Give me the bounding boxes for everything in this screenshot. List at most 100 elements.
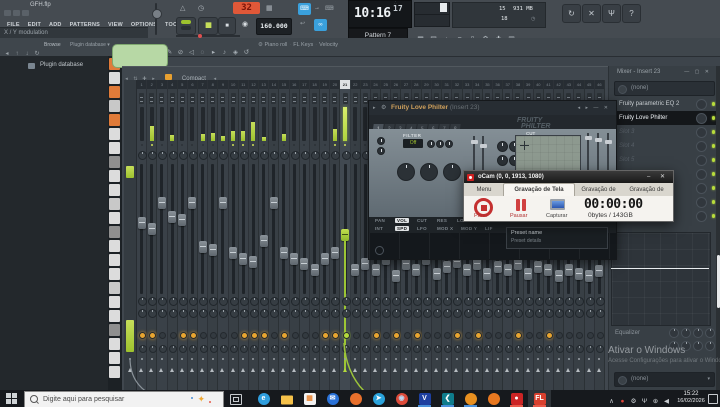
mixer-channel-tab[interactable]: 18 (310, 80, 319, 89)
piano-key[interactable] (109, 86, 120, 98)
mute-led[interactable] (292, 332, 299, 339)
fader-handle[interactable] (331, 247, 339, 259)
volume-fader[interactable] (252, 164, 255, 294)
piano-key[interactable] (109, 170, 120, 182)
knob-row-a[interactable] (301, 297, 310, 306)
fader-handle[interactable] (249, 256, 257, 268)
volume-fader[interactable] (160, 164, 163, 294)
knob-row-b[interactable] (270, 309, 279, 318)
mute-led[interactable] (597, 332, 604, 339)
volume-fader[interactable] (232, 164, 235, 294)
route-arrow[interactable] (220, 368, 224, 372)
mixer-channel-tab[interactable]: 19 (320, 80, 329, 89)
eq-mini-knob[interactable] (669, 341, 679, 351)
send-knob[interactable] (383, 345, 391, 353)
breadcrumb-item[interactable]: FL Keys (293, 42, 313, 48)
taskbar-app-firefox[interactable] (344, 390, 367, 407)
knob-row-a[interactable] (311, 297, 320, 306)
knob-row-a[interactable] (372, 297, 381, 306)
send-knob[interactable] (179, 345, 187, 353)
route-arrow[interactable] (271, 368, 275, 372)
typing-keyboard-icon[interactable]: ↻ (562, 4, 581, 23)
env-target-tab[interactable]: SPD (395, 226, 409, 231)
ocam-tab[interactable]: Menu (466, 184, 502, 195)
fader-handle[interactable] (311, 264, 319, 276)
mute-led[interactable] (495, 332, 502, 339)
fader-handle[interactable] (168, 211, 176, 223)
fader-handle[interactable] (290, 253, 298, 265)
mixer-channel-tab[interactable]: 32 (452, 80, 461, 89)
knob-row-a[interactable] (199, 297, 208, 306)
knob-row-a[interactable] (158, 297, 167, 306)
knob-row-b[interactable] (169, 309, 178, 318)
knob-row-b[interactable] (280, 309, 289, 318)
knob-row-b[interactable] (321, 309, 330, 318)
fader-handle[interactable] (300, 258, 308, 270)
mute-led[interactable] (210, 332, 217, 339)
fx-enable-led[interactable] (712, 186, 716, 190)
env-target-tab[interactable]: PAN (375, 218, 385, 223)
output-routing-slot[interactable]: (none) ▾ (614, 372, 715, 387)
knob-row-a[interactable] (270, 297, 279, 306)
link-icon[interactable]: ∞ (314, 19, 327, 31)
piano-key[interactable] (109, 142, 120, 154)
stereo-sep-knob[interactable] (312, 93, 317, 104)
knob-row-a[interactable] (331, 297, 340, 306)
knob-row-a[interactable] (403, 297, 412, 306)
stereo-sep-knob[interactable] (231, 93, 236, 104)
knob-row-b[interactable] (342, 309, 351, 318)
fx-mix-knob[interactable] (696, 113, 707, 124)
mute-led[interactable] (190, 332, 197, 339)
mini-knob[interactable] (377, 147, 385, 155)
mixer-channel-tab[interactable]: 5 (178, 80, 187, 89)
send-knob[interactable] (393, 345, 401, 353)
send-knob[interactable] (159, 345, 167, 353)
mixer-channel-tab[interactable]: 27 (401, 80, 410, 89)
tray-mic-icon[interactable]: Ψ (639, 393, 650, 407)
mute-led[interactable] (251, 332, 258, 339)
route-arrow[interactable] (526, 368, 530, 372)
knob-row-a[interactable] (575, 297, 584, 306)
volume-fader[interactable] (313, 164, 316, 294)
knob-row-a[interactable] (291, 297, 300, 306)
mixer-channel-strip[interactable]: 16 (290, 80, 300, 391)
mixer-channel-tab[interactable]: 24 (371, 80, 380, 89)
volume-fader[interactable] (171, 164, 174, 294)
taskbar-app-edge[interactable]: e (252, 390, 275, 407)
knob-row-b[interactable] (504, 309, 513, 318)
volume-fader[interactable] (282, 164, 285, 294)
send-knob[interactable] (535, 345, 543, 353)
sampler-slot[interactable]: (none) (614, 81, 715, 96)
pause-record-icon[interactable] (516, 199, 527, 211)
mute-led[interactable] (434, 332, 441, 339)
note-icon[interactable]: ♪ (219, 49, 230, 56)
mixer-channel-tab[interactable]: 17 (300, 80, 309, 89)
stereo-sep-knob[interactable] (139, 93, 144, 104)
search-input[interactable]: Digite aqui para pesquisar ✦ (24, 391, 224, 407)
fader-handle[interactable] (392, 270, 400, 282)
send-knob[interactable] (281, 345, 289, 353)
route-arrow[interactable] (444, 368, 448, 372)
panel-window-controls[interactable]: — ▢ ✕ (684, 69, 711, 75)
fader-handle[interactable] (178, 214, 186, 226)
mute-led[interactable] (393, 332, 400, 339)
cut-icon[interactable]: ✕ (582, 4, 601, 23)
route-arrow[interactable] (495, 368, 499, 372)
pan-knob[interactable] (219, 151, 228, 160)
volume-fader[interactable] (191, 164, 194, 294)
piano-key[interactable] (109, 352, 120, 364)
route-arrow[interactable] (404, 368, 408, 372)
knob-row-b[interactable] (453, 309, 462, 318)
knob-row-a[interactable] (148, 297, 157, 306)
mute-led[interactable] (332, 332, 339, 339)
knob-row-a[interactable] (423, 297, 432, 306)
send-knob[interactable] (149, 345, 157, 353)
knob-row-b[interactable] (443, 309, 452, 318)
mixer-channel-tab[interactable]: 14 (269, 80, 278, 89)
filter-knob[interactable] (420, 163, 438, 181)
knob-row-b[interactable] (514, 309, 523, 318)
tray-volume-icon[interactable]: ◀ (661, 393, 672, 407)
knob-row-a[interactable] (169, 297, 178, 306)
knob-row-b[interactable] (311, 309, 320, 318)
mute-led[interactable] (312, 332, 319, 339)
